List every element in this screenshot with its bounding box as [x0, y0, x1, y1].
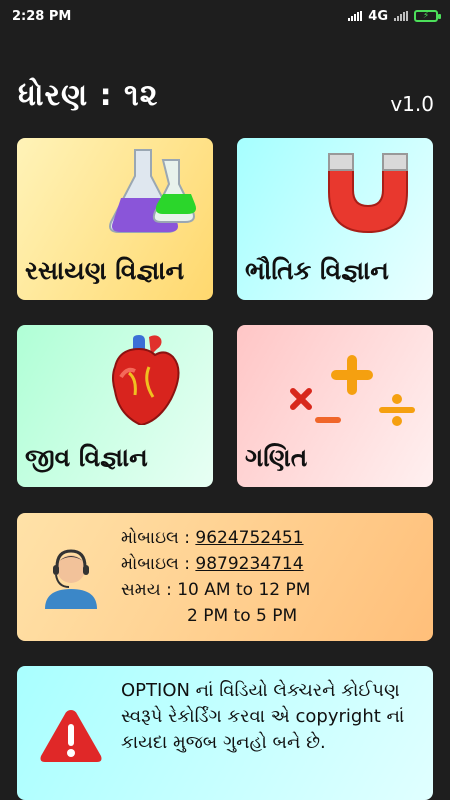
contact-info: મોબાઇલ : 9624752451 મોબાઇલ : 9879234714 … [121, 525, 310, 629]
battery-charging-icon: ⚡ [414, 10, 441, 22]
mobile-number-link[interactable]: 9879234714 [195, 554, 303, 574]
copyright-notice-text: OPTION નાં વિડિયો લેક્ચરને કોઈપણ સ્વરૂપે… [121, 680, 405, 753]
subject-label-maths: ગણિત [245, 443, 308, 472]
subject-card-biology[interactable]: જીવ વિજ્ઞાન [17, 325, 213, 487]
mobile-label: મોબાઇલ : [121, 528, 190, 548]
timing-afternoon: 2 PM to 5 PM [187, 606, 298, 626]
subject-card-maths[interactable]: ગણિત [237, 325, 433, 487]
heart-icon [112, 335, 180, 425]
subject-card-physics[interactable]: ભૌતિક વિજ્ઞાન [237, 138, 433, 300]
math-operators-icon [290, 355, 415, 426]
subject-label-physics: ભૌતિક વિજ્ઞાન [245, 256, 389, 285]
subject-label-chemistry: રસાયણ વિજ્ઞાન [25, 256, 185, 285]
app-version: v1.0 [390, 92, 434, 116]
copyright-notice-card: OPTION નાં વિડિયો લેક્ચરને કોઈપણ સ્વરૂપે… [17, 666, 433, 800]
mobile-number-link[interactable]: 9624752451 [195, 528, 303, 548]
time-label: સમય : [121, 580, 172, 600]
timing-morning: 10 AM to 12 PM [177, 580, 311, 600]
warning-icon [40, 710, 102, 762]
status-time: 2:28 PM [12, 8, 72, 24]
contact-card: મોબાઇલ : 9624752451 મોબાઇલ : 9879234714 … [17, 513, 433, 641]
magnet-icon [328, 153, 408, 234]
mobile-label: મોબાઇલ : [121, 554, 190, 574]
subject-label-biology: જીવ વિજ્ઞાન [25, 443, 148, 472]
flasks-icon [109, 149, 196, 233]
support-agent-icon [45, 549, 97, 609]
network-type: 4G [368, 8, 388, 24]
page-title: ધોરણ : ૧૨ [18, 78, 159, 113]
signal-icon [348, 11, 363, 21]
header: ધોરણ : ૧૨ v1.0 [18, 78, 434, 118]
wifi-signal-icon [394, 11, 408, 21]
subject-card-chemistry[interactable]: રસાયણ વિજ્ઞાન [17, 138, 213, 300]
status-bar: 2:28 PM 4G ⚡ [0, 0, 450, 32]
